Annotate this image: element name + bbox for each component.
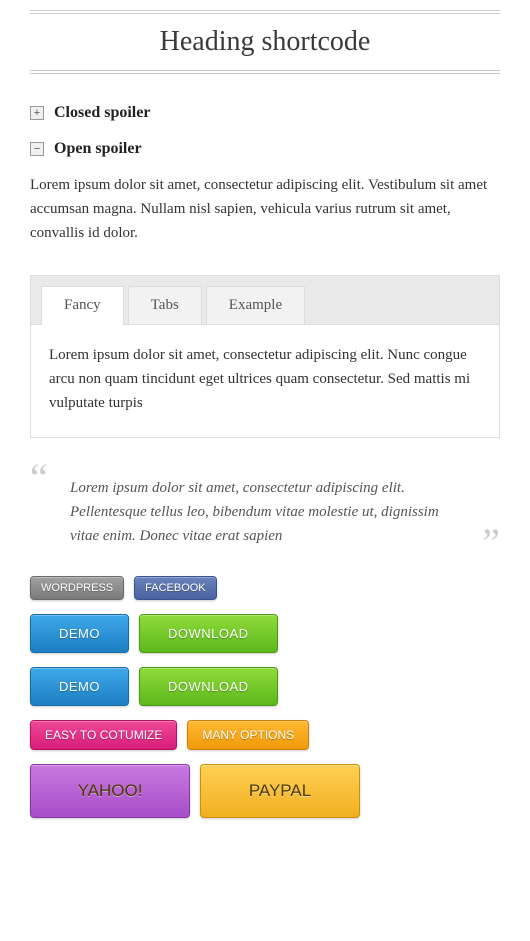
blockquote: “ Lorem ipsum dolor sit amet, consectetu… [30,458,500,558]
tab-tabs[interactable]: Tabs [128,286,202,324]
quote-close-icon: ” [482,523,500,563]
button-row-5: YAHOO! PAYPAL [30,764,500,818]
download-button-2[interactable]: DOWNLOAD [139,667,278,706]
spoiler-closed-toggle[interactable]: + Closed spoiler [30,104,500,122]
tabs-container: Fancy Tabs Example Lorem ipsum dolor sit… [30,275,500,438]
tabs-nav: Fancy Tabs Example [31,276,499,324]
button-row-2: DEMO DOWNLOAD [30,614,500,653]
wordpress-button[interactable]: WORDPRESS [30,576,124,600]
button-row-1: WORDPRESS FACEBOOK [30,576,500,600]
button-row-4: EASY TO COTUMIZE MANY OPTIONS [30,720,500,750]
spoiler-open-title: Open spoiler [54,140,142,158]
facebook-button[interactable]: FACEBOOK [134,576,217,600]
spoiler-open: − Open spoiler Lorem ipsum dolor sit ame… [30,140,500,245]
tabs-panel: Lorem ipsum dolor sit amet, consectetur … [31,324,499,437]
download-button[interactable]: DOWNLOAD [139,614,278,653]
spoiler-open-toggle[interactable]: − Open spoiler [30,140,500,158]
easy-to-customize-button[interactable]: EASY TO COTUMIZE [30,720,177,750]
plus-icon: + [30,106,44,120]
button-row-3: DEMO DOWNLOAD [30,667,500,706]
spoiler-open-body: Lorem ipsum dolor sit amet, consectetur … [30,173,500,245]
demo-button-2[interactable]: DEMO [30,667,129,706]
demo-button[interactable]: DEMO [30,614,129,653]
heading-rule: Heading shortcode [30,10,500,74]
spoiler-closed: + Closed spoiler [30,104,500,122]
many-options-button[interactable]: MANY OPTIONS [187,720,309,750]
minus-icon: − [30,142,44,156]
quote-open-icon: “ [30,458,48,498]
tab-example[interactable]: Example [206,286,305,324]
yahoo-button[interactable]: YAHOO! [30,764,190,818]
paypal-button[interactable]: PAYPAL [200,764,360,818]
spoiler-closed-title: Closed spoiler [54,104,150,122]
page-heading: Heading shortcode [160,26,371,57]
quote-text: Lorem ipsum dolor sit amet, consectetur … [70,476,460,548]
tab-fancy[interactable]: Fancy [41,286,124,325]
